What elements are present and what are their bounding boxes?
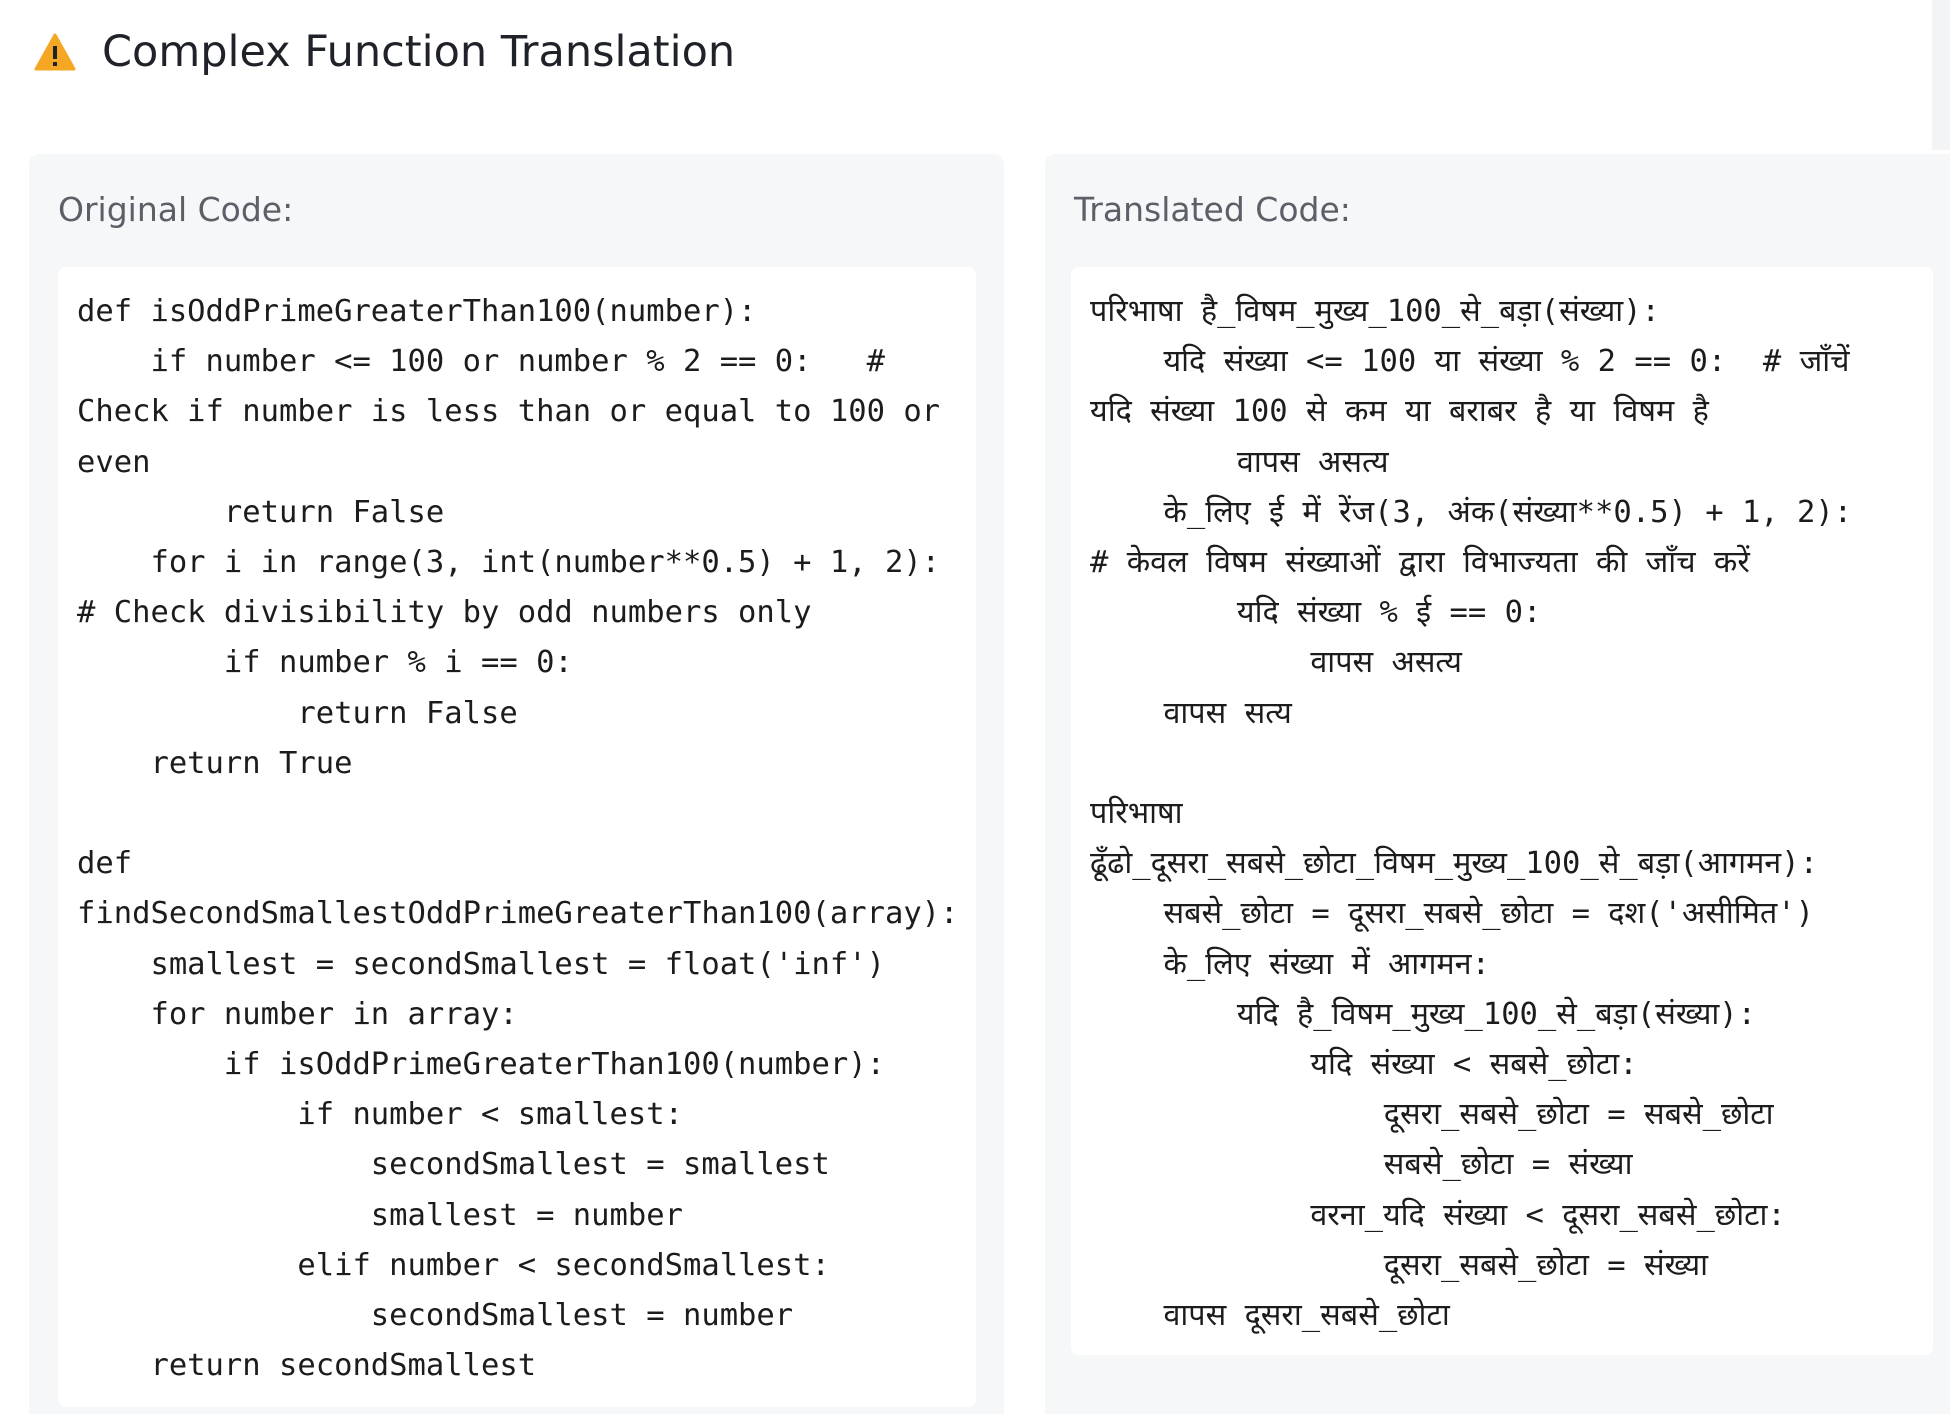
original-code-panel: Original Code: def isOddPrimeGreaterThan… — [29, 154, 1004, 1414]
code-line: परिभाषा — [1090, 796, 1183, 832]
code-line: वापस सत्य — [1090, 695, 1292, 731]
code-line: सबसे_छोटा = दूसरा_सबसे_छोटा = दश('असीमित… — [1090, 896, 1815, 932]
code-line: वापस असत्य — [1090, 444, 1389, 480]
code-line: यदि संख्या 100 से कम या बराबर है या विषम… — [1090, 394, 1709, 430]
code-line: यदि संख्या < सबसे_छोटा: — [1090, 1047, 1638, 1083]
code-line: यदि संख्या <= 100 या संख्या % 2 == 0: # … — [1090, 344, 1850, 380]
code-line: वापस असत्य — [1090, 645, 1462, 681]
code-line: even — [77, 444, 151, 480]
translated-code-box: परिभाषा है_विषम_मुख्य_100_से_बड़ा(संख्या… — [1071, 267, 1933, 1355]
code-line: def isOddPrimeGreaterThan100(number): — [77, 294, 757, 329]
warning-icon — [34, 33, 76, 71]
code-line: for number in array: — [77, 996, 518, 1032]
code-line: smallest = secondSmallest = float('inf') — [77, 946, 885, 982]
page-header: Complex Function Translation — [34, 22, 735, 82]
code-line: return True — [77, 745, 353, 781]
original-code-box: def isOddPrimeGreaterThan100(number): if… — [58, 267, 976, 1407]
original-code-block: def isOddPrimeGreaterThan100(number): if… — [77, 287, 958, 1391]
code-line: दूसरा_सबसे_छोटा = सबसे_छोटा — [1090, 1097, 1774, 1133]
code-line: smallest = number — [77, 1197, 683, 1233]
code-line: for i in range(3, int(number**0.5) + 1, … — [77, 545, 941, 581]
code-line: के_लिए ई में रेंज(3, अंक(संख्या**0.5) + … — [1090, 494, 1853, 530]
code-line: secondSmallest = number — [77, 1298, 794, 1334]
code-line: ढूँढो_दूसरा_सबसे_छोटा_विषम_मुख्य_100_से_… — [1090, 846, 1818, 882]
code-line: findSecondSmallestOddPrimeGreaterThan100… — [77, 896, 959, 932]
code-line: यदि संख्या % ई == 0: — [1090, 595, 1542, 631]
code-line: return False — [77, 494, 445, 530]
code-line: # Check divisibility by odd numbers only — [77, 595, 812, 631]
original-code-label: Original Code: — [58, 190, 294, 229]
code-line: if number % i == 0: — [77, 645, 573, 681]
scroll-edge — [1932, 0, 1950, 150]
code-line: दूसरा_सबसे_छोटा = संख्या — [1090, 1247, 1709, 1283]
translated-code-label: Translated Code: — [1074, 190, 1351, 229]
page: Complex Function Translation Original Co… — [0, 0, 1950, 1414]
code-line: के_लिए संख्या में आगमन: — [1090, 946, 1490, 982]
code-line: if isOddPrimeGreaterThan100(number): — [77, 1047, 885, 1083]
code-line: # केवल विषम संख्याओं द्वारा विभाज्यता की… — [1090, 545, 1750, 581]
code-line: Check if number is less than or equal to… — [77, 394, 941, 430]
code-line: return False — [77, 695, 518, 731]
code-line: elif number < secondSmallest: — [77, 1247, 830, 1283]
page-title: Complex Function Translation — [102, 27, 736, 77]
code-line: यदि है_विषम_मुख्य_100_से_बड़ा(संख्या): — [1090, 996, 1757, 1032]
code-line: if number < smallest: — [77, 1097, 683, 1133]
code-line: सबसे_छोटा = संख्या — [1090, 1147, 1633, 1183]
translated-code-panel: Translated Code: परिभाषा है_विषम_मुख्य_1… — [1045, 154, 1950, 1414]
code-line: def — [77, 846, 133, 882]
code-line: परिभाषा है_विषम_मुख्य_100_से_बड़ा(संख्या… — [1090, 294, 1660, 329]
code-line: वरना_यदि संख्या < दूसरा_सबसे_छोटा: — [1090, 1197, 1786, 1233]
code-line: if number <= 100 or number % 2 == 0: # — [77, 344, 885, 380]
code-line: return secondSmallest — [77, 1348, 537, 1384]
code-line: वापस दूसरा_सबसे_छोटा — [1090, 1298, 1450, 1334]
translated-code-block: परिभाषा है_विषम_मुख्य_100_से_बड़ा(संख्या… — [1090, 287, 1852, 1341]
code-line: secondSmallest = smallest — [77, 1147, 830, 1183]
